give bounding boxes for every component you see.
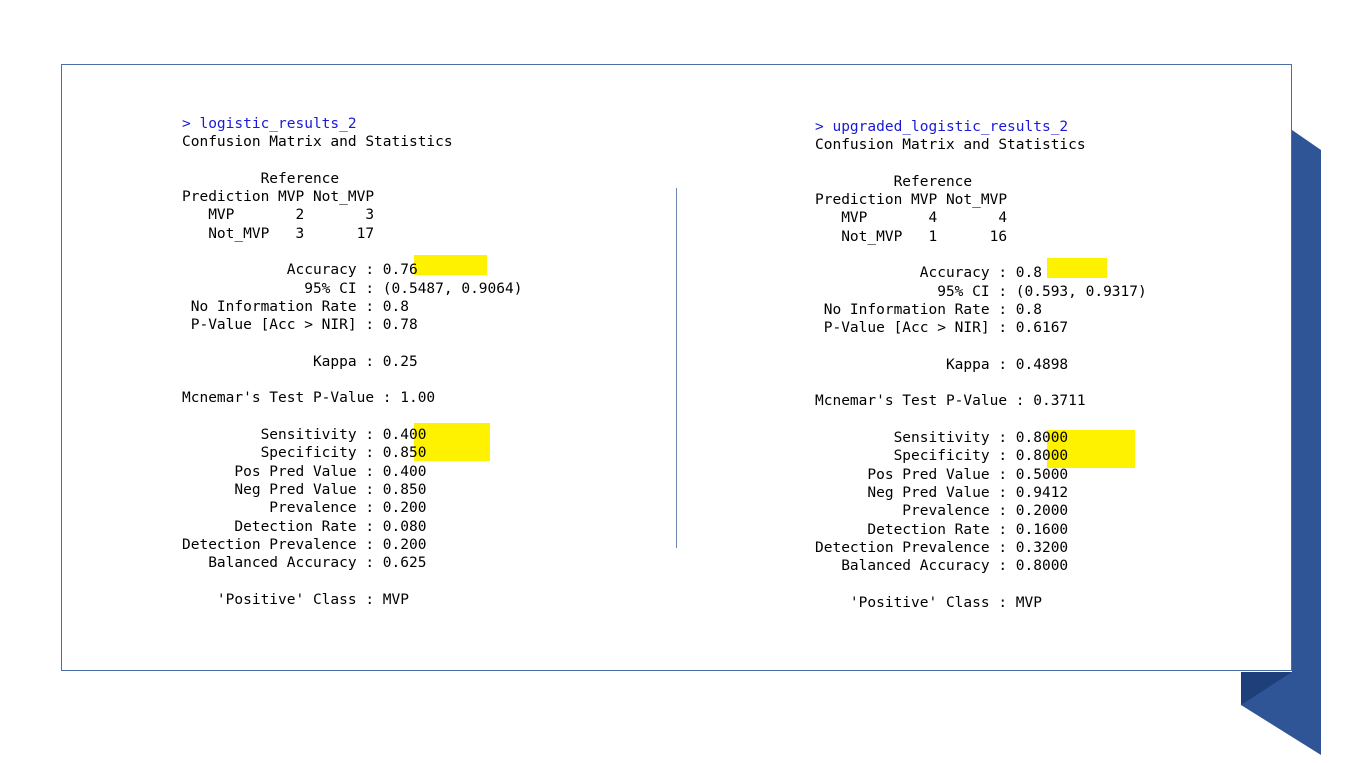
- stat-line: Pos Pred Value : 0.5000: [815, 466, 1069, 483]
- stat-line: Detection Rate : 0.1600: [815, 521, 1069, 538]
- stat-line: Detection Prevalence : 0.3200: [815, 539, 1069, 556]
- stat-line: No Information Rate : 0.8: [815, 301, 1042, 318]
- matrix-line: Prediction MVP Not_MVP: [815, 192, 1008, 209]
- stat-line: Balanced Accuracy : 0.625: [182, 555, 427, 572]
- stat-line: Neg Pred Value : 0.9412: [815, 484, 1069, 501]
- matrix-line: MVP 4 4: [815, 210, 1008, 227]
- matrix-line: Not_MVP 3 17: [182, 225, 375, 242]
- stat-line: 95% CI : (0.5487, 0.9064): [182, 280, 523, 297]
- console-output-right: > upgraded_logistic_results_2 Confusion …: [815, 118, 1147, 612]
- stat-line: Detection Rate : 0.080: [182, 518, 427, 535]
- stat-line: Sensitivity : 0.8000: [815, 430, 1069, 447]
- stat-line: Prevalence : 0.2000: [815, 503, 1069, 520]
- stat-line: Specificity : 0.8000: [815, 448, 1069, 465]
- stat-line: 'Positive' Class : MVP: [815, 594, 1042, 611]
- stat-line: Specificity : 0.850: [182, 445, 427, 462]
- stat-line: Pos Pred Value : 0.400: [182, 463, 427, 480]
- matrix-line: Reference: [182, 170, 340, 187]
- stat-line: Prevalence : 0.200: [182, 500, 427, 517]
- matrix-line: MVP 2 3: [182, 207, 375, 224]
- console-output-left: > logistic_results_2 Confusion Matrix an…: [182, 115, 522, 609]
- stat-line: Kappa : 0.25: [182, 353, 418, 370]
- output-title: Confusion Matrix and Statistics: [815, 137, 1086, 154]
- stat-line: Mcnemar's Test P-Value : 1.00: [182, 390, 436, 407]
- matrix-line: Reference: [815, 173, 973, 190]
- stat-line: Accuracy : 0.8: [815, 265, 1042, 282]
- stat-line: P-Value [Acc > NIR] : 0.78: [182, 317, 418, 334]
- command-line: > upgraded_logistic_results_2: [815, 119, 1069, 135]
- matrix-line: Not_MVP 1 16: [815, 228, 1008, 245]
- stat-line: Kappa : 0.4898: [815, 356, 1069, 373]
- stat-line: No Information Rate : 0.8: [182, 298, 409, 315]
- stat-line: Accuracy : 0.76: [182, 262, 418, 279]
- stat-line: 95% CI : (0.593, 0.9317): [815, 283, 1147, 300]
- stat-line: Sensitivity : 0.400: [182, 427, 427, 444]
- command-line: > logistic_results_2: [182, 116, 357, 132]
- stat-line: Mcnemar's Test P-Value : 0.3711: [815, 393, 1086, 410]
- stat-line: Neg Pred Value : 0.850: [182, 481, 427, 498]
- matrix-line: Prediction MVP Not_MVP: [182, 189, 375, 206]
- stat-line: Balanced Accuracy : 0.8000: [815, 558, 1069, 575]
- stat-line: P-Value [Acc > NIR] : 0.6167: [815, 320, 1069, 337]
- panel-divider: [676, 188, 677, 548]
- output-title: Confusion Matrix and Statistics: [182, 134, 453, 151]
- stat-line: Detection Prevalence : 0.200: [182, 536, 427, 553]
- stat-line: 'Positive' Class : MVP: [182, 591, 409, 608]
